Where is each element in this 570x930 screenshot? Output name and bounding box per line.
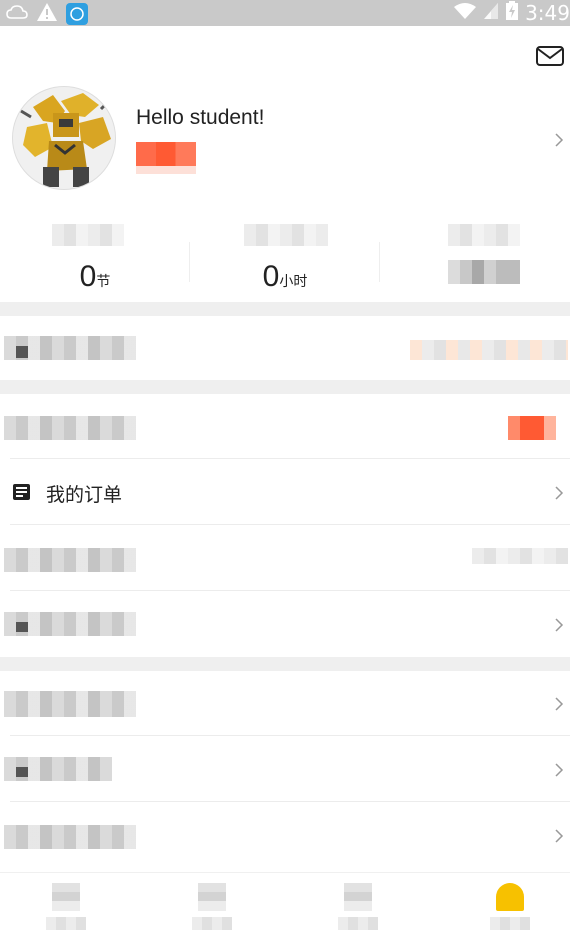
- row-label-placeholder-dark: [16, 346, 28, 358]
- section-divider: [0, 657, 570, 671]
- row-label-placeholder: [4, 416, 136, 440]
- stats-bar: 0节 0小时: [0, 220, 570, 300]
- status-bar: 3:49: [0, 0, 570, 26]
- section-divider: [0, 302, 570, 316]
- robot-avatar-icon: [13, 87, 115, 189]
- row-label-placeholder: [4, 825, 136, 849]
- app-notification-icon: [66, 3, 88, 25]
- status-bar-right: 3:49: [453, 0, 570, 26]
- row-separator: [10, 590, 570, 591]
- section-divider: [0, 380, 570, 394]
- nav-tab-1[interactable]: [46, 883, 86, 930]
- stat-lessons[interactable]: 0节: [0, 220, 190, 300]
- status-time: 3:49: [525, 1, 570, 25]
- row-label-placeholder: [4, 548, 136, 572]
- status-bar-left-icons: [6, 2, 88, 26]
- profile-card[interactable]: Hello student!: [0, 78, 570, 198]
- membership-badge: [136, 142, 196, 166]
- row-separator: [10, 735, 570, 736]
- stat-number: 0: [262, 260, 280, 293]
- stat-label: [244, 224, 328, 246]
- list-item[interactable]: [0, 316, 570, 381]
- nav-tab-label: [490, 917, 530, 930]
- nav-tab-label: [46, 917, 86, 930]
- nav-tab-icon: [52, 883, 80, 911]
- stat-label: [448, 224, 520, 246]
- signal-icon: [483, 2, 499, 24]
- nav-tab-profile[interactable]: [490, 883, 530, 930]
- mail-button[interactable]: [536, 46, 564, 66]
- list-item[interactable]: [0, 526, 570, 591]
- row-label-placeholder: [4, 691, 136, 717]
- row-separator: [10, 801, 570, 802]
- row-label-placeholder-dark: [16, 767, 28, 777]
- nav-tab-label: [338, 917, 378, 930]
- chevron-right-icon: [554, 133, 566, 147]
- row-label-placeholder-dark: [16, 622, 28, 632]
- chevron-right-icon: [554, 486, 566, 500]
- nav-tab-label: [192, 917, 232, 930]
- row-value-placeholder: [472, 548, 568, 564]
- stat-unit: 小时: [279, 274, 308, 290]
- my-orders-label: 我的订单: [46, 484, 123, 506]
- chevron-right-icon: [554, 697, 566, 711]
- document-list-icon: [13, 484, 30, 500]
- list-item[interactable]: [0, 394, 570, 459]
- stat-label: [52, 224, 124, 246]
- bottom-nav: [0, 872, 570, 930]
- row-separator: [10, 524, 570, 525]
- avatar[interactable]: [12, 86, 116, 190]
- nav-tab-icon: [344, 883, 372, 911]
- list-item[interactable]: [0, 803, 570, 868]
- profile-tab-icon: [496, 883, 524, 911]
- row-value-placeholder: [410, 340, 568, 360]
- cloud-icon: [6, 4, 28, 24]
- stat-number: 0: [79, 260, 97, 293]
- nav-tab-2[interactable]: [192, 883, 232, 930]
- stat-value: 0节: [0, 260, 190, 294]
- nav-tab-3[interactable]: [338, 883, 378, 930]
- list-item[interactable]: [0, 671, 570, 736]
- chevron-right-icon: [554, 618, 566, 632]
- stat-value-placeholder: [448, 260, 520, 284]
- stat-hours[interactable]: 0小时: [190, 220, 380, 300]
- stat-third[interactable]: [380, 220, 570, 300]
- battery-charging-icon: [505, 1, 519, 25]
- list-item[interactable]: [0, 737, 570, 802]
- chevron-right-icon: [554, 763, 566, 777]
- list-item[interactable]: [0, 592, 570, 657]
- my-orders-item[interactable]: 我的订单: [0, 460, 570, 525]
- warning-icon: [36, 2, 58, 26]
- nav-tab-icon: [198, 883, 226, 911]
- chevron-right-icon: [554, 829, 566, 843]
- row-value-badge: [508, 416, 556, 440]
- wifi-icon: [453, 2, 477, 24]
- mail-icon: [536, 46, 564, 70]
- membership-badge-shadow: [136, 166, 196, 174]
- row-separator: [10, 458, 570, 459]
- stat-value: 0小时: [190, 260, 380, 294]
- stat-unit: 节: [96, 274, 111, 290]
- greeting-text: Hello student!: [136, 106, 265, 129]
